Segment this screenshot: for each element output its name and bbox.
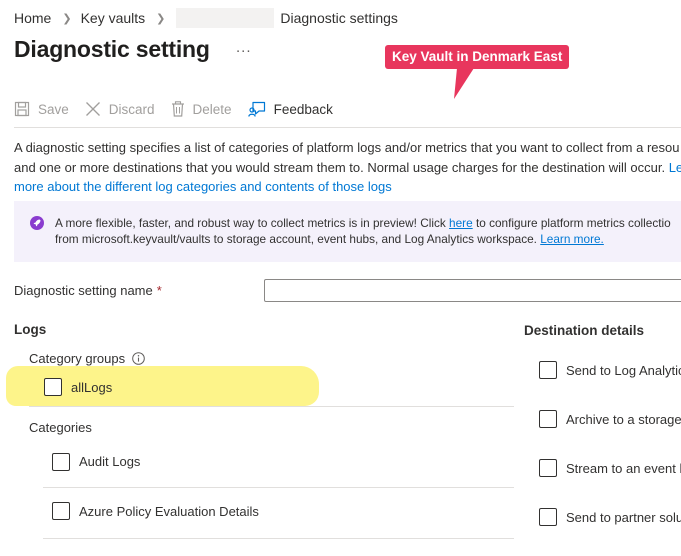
- chevron-right-icon: ❯: [62, 12, 72, 25]
- log-analytics-label: Send to Log Analytic: [566, 363, 681, 378]
- banner-text: A more flexible, faster, and robust way …: [55, 216, 450, 230]
- feedback-button[interactable]: Feedback: [247, 101, 333, 117]
- row-divider: [43, 487, 514, 488]
- save-icon: [14, 101, 30, 117]
- banner-text: from microsoft.keyvault/vaults to storag…: [55, 232, 541, 246]
- categories-label: Categories: [29, 420, 92, 435]
- description-line: more about the different log categories …: [14, 177, 681, 197]
- chevron-right-icon: ❯: [156, 12, 166, 25]
- breadcrumb-key-vaults[interactable]: Key vaults: [81, 10, 146, 26]
- storage-account-checkbox[interactable]: [539, 410, 557, 428]
- storage-account-label: Archive to a storage: [566, 412, 681, 427]
- audit-logs-checkbox[interactable]: [52, 453, 70, 471]
- learn-more-link[interactable]: Le: [669, 160, 681, 175]
- command-bar: Save Discard Delete Feedback: [14, 98, 349, 120]
- required-marker: *: [156, 283, 162, 298]
- banner-message: A more flexible, faster, and robust way …: [55, 215, 671, 247]
- breadcrumb-home[interactable]: Home: [14, 10, 51, 26]
- preview-info-banner: A more flexible, faster, and robust way …: [14, 201, 681, 262]
- alllogs-checkbox[interactable]: [44, 378, 62, 396]
- setting-name-label: Diagnostic setting name *: [14, 283, 162, 298]
- feedback-label: Feedback: [273, 101, 333, 117]
- feedback-icon: [247, 101, 265, 117]
- setting-name-label-text: Diagnostic setting name: [14, 283, 153, 298]
- annotation-callout: Key Vault in Denmark East: [385, 45, 570, 69]
- close-icon: [85, 102, 100, 116]
- delete-button[interactable]: Delete: [171, 101, 232, 117]
- policy-evaluation-checkbox[interactable]: [52, 502, 70, 520]
- discard-label: Discard: [108, 101, 155, 117]
- description-line: A diagnostic setting specifies a list of…: [14, 140, 680, 155]
- partner-solution-checkbox[interactable]: [539, 508, 557, 526]
- category-groups-label: Category groups: [29, 351, 145, 366]
- alllogs-label: allLogs: [71, 380, 113, 395]
- description-line: and one or more destinations that you wo…: [14, 158, 681, 178]
- learn-more-link-continued[interactable]: more about the different log categories …: [14, 179, 392, 194]
- description-text: and one or more destinations that you wo…: [14, 159, 669, 175]
- row-divider: [43, 538, 514, 539]
- info-icon[interactable]: [132, 352, 145, 365]
- breadcrumb-current: Diagnostic settings: [280, 10, 398, 26]
- section-divider: [29, 406, 514, 407]
- destination-heading: Destination details: [524, 323, 645, 338]
- event-hub-checkbox[interactable]: [539, 459, 557, 477]
- description: A diagnostic setting specifies a list of…: [14, 138, 681, 197]
- event-hub-label: Stream to an event h: [566, 461, 681, 476]
- callout-pointer: [454, 68, 474, 99]
- banner-learn-more-link[interactable]: Learn more.: [540, 232, 604, 246]
- rocket-icon: [30, 216, 44, 230]
- logs-heading: Logs: [14, 322, 47, 337]
- breadcrumb: Home ❯ Key vaults ❯ Diagnostic settings: [14, 8, 398, 28]
- audit-logs-label: Audit Logs: [79, 454, 141, 469]
- page-title: Diagnostic setting: [14, 36, 210, 62]
- save-label: Save: [38, 101, 69, 117]
- save-button[interactable]: Save: [14, 101, 69, 117]
- setting-name-input[interactable]: [264, 279, 681, 302]
- here-link[interactable]: here: [449, 216, 473, 230]
- trash-icon: [171, 101, 184, 117]
- toolbar-divider: [14, 127, 681, 128]
- category-groups-text: Category groups: [29, 351, 126, 366]
- delete-label: Delete: [192, 101, 232, 117]
- discard-button[interactable]: Discard: [85, 101, 155, 117]
- more-options-icon[interactable]: ...: [236, 39, 252, 56]
- partner-solution-label: Send to partner solu: [566, 510, 681, 525]
- log-analytics-checkbox[interactable]: [539, 361, 557, 379]
- banner-text: to configure platform metrics collectio: [472, 216, 671, 230]
- breadcrumb-redacted-vault[interactable]: [176, 8, 275, 28]
- policy-evaluation-label: Azure Policy Evaluation Details: [79, 504, 259, 519]
